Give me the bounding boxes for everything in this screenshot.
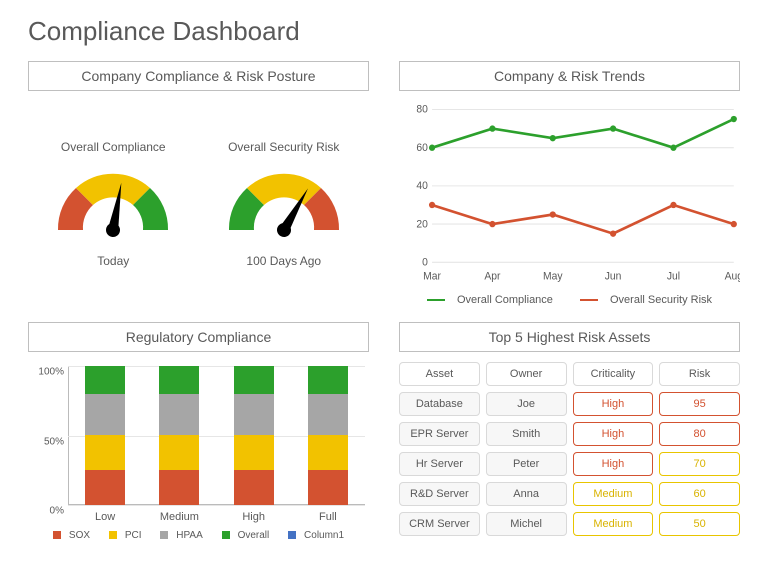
line-legend: Overall Compliance Overall Security Risk: [399, 294, 740, 306]
svg-text:Jul: Jul: [667, 271, 680, 282]
bar-group: [85, 366, 125, 505]
bar-chart: SOX PCI HPAA Overall Column1 0% 50% 100% Lo…: [28, 362, 369, 541]
bar-group: [234, 366, 274, 505]
cell-risk: 80: [659, 422, 740, 446]
cell-criticality: High: [573, 452, 654, 476]
cell-owner: Joe: [486, 392, 567, 416]
col-asset: Asset: [399, 362, 480, 386]
cell-asset: CRM Server: [399, 512, 480, 536]
col-owner: Owner: [486, 362, 567, 386]
risk-table: Asset Owner Criticality Risk DatabaseJoe…: [399, 362, 740, 541]
panel-trends: Company & Risk Trends 0 20 40 60 80 Mar Apr May…: [399, 61, 740, 306]
table-row: CRM ServerMichelMedium50: [399, 512, 740, 536]
gauge-compliance-caption: Today: [48, 254, 178, 268]
bar-xlabel: Low: [85, 511, 125, 523]
cell-risk: 50: [659, 512, 740, 536]
svg-text:20: 20: [416, 219, 428, 230]
col-risk: Risk: [659, 362, 740, 386]
legend-column1: Column1: [284, 530, 348, 541]
bar-ytick: 50%: [28, 436, 64, 447]
gauges-row: Overall Compliance Today Overall Securit…: [28, 101, 369, 306]
legend-hpaa: HPAA: [156, 530, 207, 541]
svg-text:May: May: [543, 271, 563, 282]
cell-criticality: Medium: [573, 482, 654, 506]
svg-text:80: 80: [416, 105, 428, 116]
panel-regulatory: Regulatory Compliance SOX PCI HPAA Overa…: [28, 322, 369, 541]
gauge-risk-caption: 100 Days Ago: [219, 254, 349, 268]
cell-criticality: High: [573, 392, 654, 416]
legend-overall: Overall: [218, 530, 274, 541]
gauge-compliance: Overall Compliance Today: [48, 140, 178, 268]
cell-asset: Database: [399, 392, 480, 416]
panel-risk-assets: Top 5 Highest Risk Assets Asset Owner Cr…: [399, 322, 740, 541]
panel-risk-assets-header: Top 5 Highest Risk Assets: [399, 322, 740, 352]
legend-risk: Overall Security Risk: [574, 294, 718, 306]
bar-legend: SOX PCI HPAA Overall Column1: [28, 530, 369, 541]
svg-text:40: 40: [416, 181, 428, 192]
panel-trends-header: Company & Risk Trends: [399, 61, 740, 91]
svg-text:Mar: Mar: [423, 271, 441, 282]
gauge-risk-label: Overall Security Risk: [219, 140, 349, 154]
panel-posture-header: Company Compliance & Risk Posture: [28, 61, 369, 91]
panel-regulatory-header: Regulatory Compliance: [28, 322, 369, 352]
col-criticality: Criticality: [573, 362, 654, 386]
table-row: Hr ServerPeterHigh70: [399, 452, 740, 476]
cell-asset: Hr Server: [399, 452, 480, 476]
cell-asset: EPR Server: [399, 422, 480, 446]
page-title: Compliance Dashboard: [28, 16, 740, 47]
bar-xlabel: High: [234, 511, 274, 523]
svg-text:0: 0: [422, 257, 428, 268]
legend-sox: SOX: [49, 530, 94, 541]
bar-xlabel: Full: [308, 511, 348, 523]
gauge-risk-svg: [219, 160, 349, 250]
bar-ytick: 100%: [28, 367, 64, 378]
cell-criticality: Medium: [573, 512, 654, 536]
panel-posture: Company Compliance & Risk Posture Overal…: [28, 61, 369, 306]
bar-ytick: 0%: [28, 506, 64, 517]
cell-risk: 95: [659, 392, 740, 416]
svg-text:Apr: Apr: [484, 271, 501, 282]
svg-text:60: 60: [416, 143, 428, 154]
table-row: DatabaseJoeHigh95: [399, 392, 740, 416]
cell-asset: R&D Server: [399, 482, 480, 506]
bar-group: [159, 366, 199, 505]
dashboard-grid: Company Compliance & Risk Posture Overal…: [28, 61, 740, 541]
svg-text:Jun: Jun: [605, 271, 622, 282]
table-row: R&D ServerAnnaMedium60: [399, 482, 740, 506]
gauge-risk: Overall Security Risk 100 Days Ago: [219, 140, 349, 268]
gauge-compliance-svg: [48, 160, 178, 250]
bar-xlabel: Medium: [159, 511, 199, 523]
gauge-compliance-label: Overall Compliance: [48, 140, 178, 154]
cell-owner: Anna: [486, 482, 567, 506]
bar-group: [308, 366, 348, 505]
table-header-row: Asset Owner Criticality Risk: [399, 362, 740, 386]
cell-owner: Michel: [486, 512, 567, 536]
svg-text:Aug: Aug: [725, 271, 740, 282]
cell-risk: 70: [659, 452, 740, 476]
legend-pci: PCI: [105, 530, 146, 541]
line-chart: 0 20 40 60 80 Mar Apr May Jun Jul Aug: [399, 101, 740, 292]
legend-compliance: Overall Compliance: [421, 294, 559, 306]
cell-owner: Smith: [486, 422, 567, 446]
cell-criticality: High: [573, 422, 654, 446]
cell-owner: Peter: [486, 452, 567, 476]
line-chart-svg: 0 20 40 60 80 Mar Apr May Jun Jul Aug: [399, 101, 740, 292]
table-row: EPR ServerSmithHigh80: [399, 422, 740, 446]
cell-risk: 60: [659, 482, 740, 506]
